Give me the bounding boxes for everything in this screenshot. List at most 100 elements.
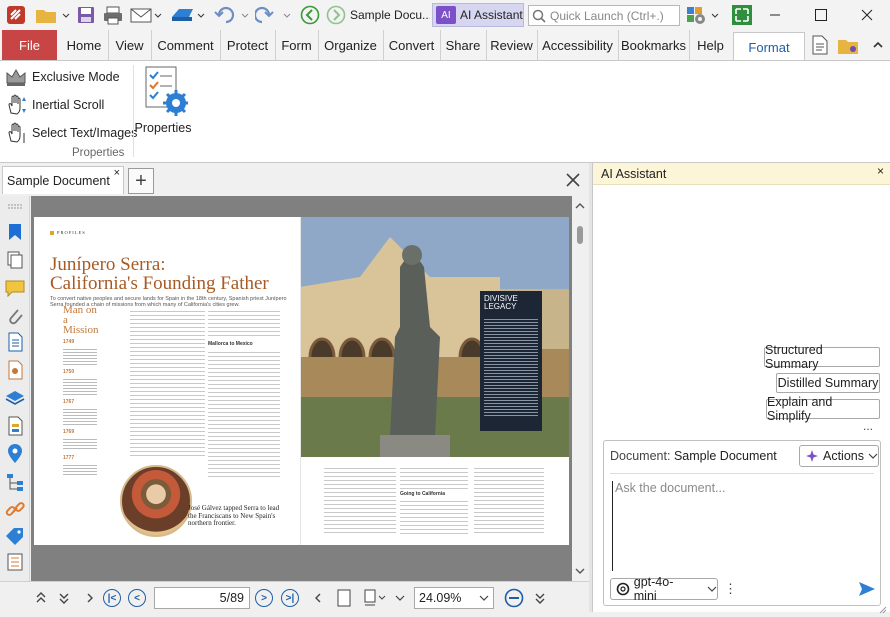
fit-options-icon[interactable] xyxy=(390,588,410,608)
ai-panel-header: AI Assistant × xyxy=(593,163,890,185)
print-icon[interactable] xyxy=(101,3,125,27)
quick-launch-field[interactable]: Quick Launch (Ctrl+.) xyxy=(528,5,680,26)
expand-panel-icon[interactable] xyxy=(80,588,100,608)
close-document-button[interactable] xyxy=(558,166,588,194)
scroll-thumb[interactable] xyxy=(577,226,583,244)
page-up-icon[interactable] xyxy=(31,588,51,608)
tab-bookmarks[interactable]: Bookmarks xyxy=(618,30,688,60)
bookmarks-icon[interactable] xyxy=(5,222,25,242)
page-down-icon[interactable] xyxy=(54,588,74,608)
tab-format[interactable]: Format xyxy=(733,32,805,61)
maximize-button[interactable] xyxy=(798,0,844,30)
collapse-ribbon-icon[interactable] xyxy=(866,33,890,57)
hand-select-icon xyxy=(8,122,25,143)
structure-icon[interactable] xyxy=(5,472,25,492)
undo-icon[interactable] xyxy=(212,3,252,27)
email-icon[interactable] xyxy=(128,3,164,27)
zoom-out-button[interactable] xyxy=(504,588,524,608)
structured-summary-button[interactable]: Structured Summary xyxy=(764,343,880,371)
layers-icon[interactable] xyxy=(5,388,25,408)
first-page-button[interactable]: |< xyxy=(102,588,122,608)
more-options-icon[interactable]: ... xyxy=(863,419,873,433)
tab-form[interactable]: Form xyxy=(275,30,317,60)
document-properties-icon[interactable] xyxy=(808,33,832,57)
page-layout-icon[interactable] xyxy=(362,588,388,608)
ask-input[interactable]: Ask the document... xyxy=(612,481,874,571)
close-window-button[interactable] xyxy=(844,0,890,30)
resize-grip-icon[interactable] xyxy=(879,603,887,614)
select-text-images-button[interactable]: Select Text/Images xyxy=(4,121,137,145)
back-icon[interactable] xyxy=(298,3,322,27)
previous-page-button[interactable]: < xyxy=(127,588,147,608)
document-switcher[interactable]: Sample Docu... xyxy=(350,3,430,27)
page-number-field[interactable]: 5 /89 xyxy=(154,587,250,609)
ai-icon: AI xyxy=(436,6,456,24)
document-tab[interactable]: Sample Document × xyxy=(2,166,124,194)
customize-gear-icon[interactable] xyxy=(684,3,724,27)
forward-icon[interactable] xyxy=(324,3,348,27)
new-tab-button[interactable]: + xyxy=(128,168,154,194)
tags-icon[interactable] xyxy=(5,526,25,546)
fields-icon[interactable] xyxy=(5,416,25,436)
model-selector[interactable]: gpt-4o-mini xyxy=(610,575,718,603)
distilled-summary-button[interactable]: Distilled Summary xyxy=(776,373,880,393)
tab-home[interactable]: Home xyxy=(62,30,106,60)
year-5-text xyxy=(63,463,97,477)
last-page-button[interactable]: >| xyxy=(280,588,300,608)
tab-comment[interactable]: Comment xyxy=(151,30,219,60)
zoom-dropdown-icon[interactable] xyxy=(479,594,489,602)
document-canvas[interactable]: PROFILES Junípero Serra: California's Fo… xyxy=(31,196,572,588)
ai-panel-title: AI Assistant xyxy=(601,167,667,181)
collapse-panel-icon[interactable] xyxy=(308,588,328,608)
close-tab-icon[interactable]: × xyxy=(114,167,120,179)
zoom-more-icon[interactable] xyxy=(530,588,550,608)
attachments-icon[interactable] xyxy=(5,306,25,326)
tab-view[interactable]: View xyxy=(108,30,150,60)
year-5: 1777 xyxy=(63,455,75,461)
single-page-view-icon[interactable] xyxy=(334,588,354,608)
comments-icon[interactable] xyxy=(5,278,25,298)
content-icon[interactable] xyxy=(5,552,25,572)
tab-protect[interactable]: Protect xyxy=(220,30,274,60)
explain-and-simplify-button[interactable]: Explain and Simplify xyxy=(766,395,880,423)
text-column-4a xyxy=(400,465,468,489)
fullscreen-icon[interactable] xyxy=(730,3,754,27)
tab-convert[interactable]: Convert xyxy=(383,30,439,60)
right-page: DIVISIVE LEGACY Going to California xyxy=(300,217,569,545)
ai-assistant-button[interactable]: AI AI Assistant xyxy=(432,3,524,27)
scan-icon[interactable] xyxy=(168,3,208,27)
pages-icon[interactable] xyxy=(5,250,25,270)
redo-icon[interactable] xyxy=(254,3,294,27)
scroll-up-icon[interactable] xyxy=(572,198,588,214)
send-button[interactable] xyxy=(858,581,876,600)
document-list-icon[interactable] xyxy=(5,332,25,352)
minimize-button[interactable] xyxy=(752,0,798,30)
kebab-menu-icon[interactable]: ⋮ xyxy=(724,581,737,597)
inertial-scroll-button[interactable]: Inertial Scroll xyxy=(4,93,104,117)
save-icon[interactable] xyxy=(74,3,98,27)
article-title-line1: Junípero Serra: xyxy=(50,254,166,275)
scroll-down-icon[interactable] xyxy=(572,563,588,579)
text-column-3 xyxy=(324,465,396,535)
panel-grip-icon xyxy=(5,200,25,214)
properties-button[interactable]: Properties xyxy=(134,65,192,143)
location-icon[interactable] xyxy=(5,444,25,464)
links-icon[interactable] xyxy=(5,500,25,520)
document-tab-title: Sample Document xyxy=(7,173,110,188)
tab-accessibility[interactable]: Accessibility xyxy=(537,30,617,60)
close-ai-panel-icon[interactable]: × xyxy=(877,164,884,178)
tab-help[interactable]: Help xyxy=(689,30,731,60)
next-page-button[interactable]: > xyxy=(254,588,274,608)
exclusive-mode-button[interactable]: Exclusive Mode xyxy=(4,66,120,88)
zoom-field[interactable]: 24.09% xyxy=(414,587,494,609)
destinations-icon[interactable] xyxy=(5,360,25,380)
open-folder-icon[interactable] xyxy=(32,3,72,27)
tab-organize[interactable]: Organize xyxy=(318,30,382,60)
tab-share[interactable]: Share xyxy=(440,30,485,60)
tab-review[interactable]: Review xyxy=(486,30,536,60)
actions-dropdown[interactable]: Actions xyxy=(799,445,879,467)
vertical-scrollbar[interactable] xyxy=(572,196,588,588)
folder-share-icon[interactable] xyxy=(836,33,860,57)
tab-file[interactable]: File xyxy=(2,30,57,60)
app-logo-icon[interactable] xyxy=(4,3,28,27)
